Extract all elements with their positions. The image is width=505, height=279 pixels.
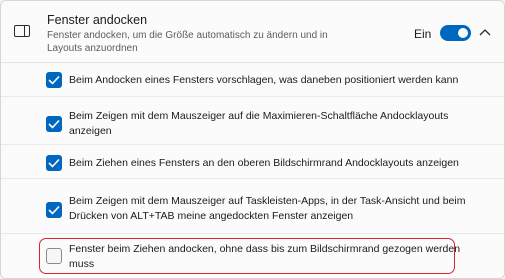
checkmark-icon bbox=[48, 119, 60, 129]
option-label: Beim Ziehen eines Fensters an den oberen… bbox=[69, 157, 459, 169]
snap-settings-panel: Fenster andocken Fenster andocken, um di… bbox=[0, 0, 505, 279]
snap-windows-header[interactable]: Fenster andocken Fenster andocken, um di… bbox=[1, 1, 504, 63]
checkmark-icon bbox=[48, 158, 60, 168]
toggle-knob bbox=[458, 28, 468, 38]
option-label: Beim Zeigen mit dem Mauszeiger auf die M… bbox=[69, 110, 449, 137]
option-row-taskbar-snap-groups[interactable]: Beim Zeigen mit dem Mauszeiger auf Taskl… bbox=[1, 180, 504, 234]
option-row-suggest-snap[interactable]: Beim Andocken eines Fensters vorschlagen… bbox=[1, 64, 504, 97]
checkmark-icon bbox=[48, 75, 60, 85]
option-row-drag-top[interactable]: Beim Ziehen eines Fensters an den oberen… bbox=[1, 146, 504, 179]
option-label: Beim Zeigen mit dem Mauszeiger auf Taskl… bbox=[69, 195, 466, 222]
section-description: Fenster andocken, um die Größe automatis… bbox=[47, 30, 328, 54]
snap-window-icon bbox=[14, 25, 30, 37]
option-row-maximize-hover[interactable]: Beim Zeigen mit dem Mauszeiger auf die M… bbox=[1, 98, 504, 145]
chevron-up-icon[interactable] bbox=[479, 28, 491, 38]
checkbox-checked[interactable] bbox=[46, 116, 62, 132]
option-label: Beim Andocken eines Fensters vorschlagen… bbox=[69, 74, 459, 86]
toggle-state-label: Ein bbox=[414, 27, 432, 41]
highlight-outline bbox=[39, 238, 455, 274]
checkbox-checked[interactable] bbox=[46, 202, 62, 218]
section-title: Fenster andocken bbox=[47, 13, 148, 27]
checkbox-checked[interactable] bbox=[46, 72, 62, 88]
checkmark-icon bbox=[48, 205, 60, 215]
checkbox-checked[interactable] bbox=[46, 155, 62, 171]
snap-windows-toggle[interactable] bbox=[440, 25, 471, 41]
